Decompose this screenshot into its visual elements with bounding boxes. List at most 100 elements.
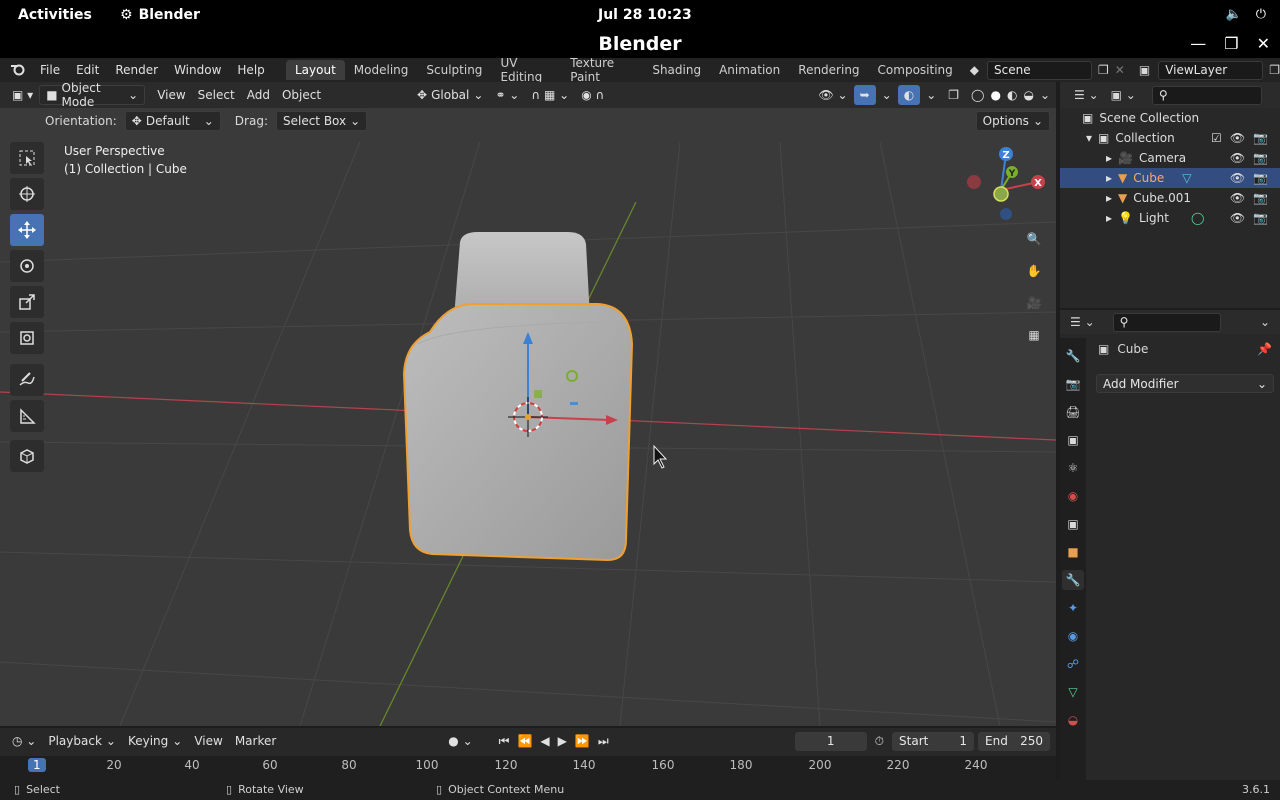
transform-tool-icon[interactable] [10, 322, 44, 354]
tree-row-scene-collection[interactable]: ▣ Scene Collection [1060, 108, 1280, 128]
tree-row-cube-001[interactable]: ▸ ▼ Cube.001 👁 📷 [1060, 188, 1280, 208]
tab-shading[interactable]: Shading [643, 60, 710, 80]
clock[interactable]: Jul 28 10:23 [598, 7, 692, 23]
annotate-tool-icon[interactable] [10, 364, 44, 396]
expand-arrow-icon[interactable]: ▸ [1106, 211, 1112, 225]
menu-window[interactable]: Window [166, 63, 229, 77]
play-reverse-icon[interactable]: ◀ [540, 734, 549, 748]
app-menu[interactable]: ⚙ Blender [120, 7, 200, 23]
collection-tab-icon[interactable]: ▣ [1062, 514, 1084, 534]
proportional-edit-icon[interactable]: ◉ ∩ [575, 85, 610, 105]
measure-tool-icon[interactable] [10, 400, 44, 432]
tab-animation[interactable]: Animation [710, 60, 789, 80]
snap-icon[interactable]: ∩ ▦ ⌄ [525, 85, 575, 105]
scene-field[interactable]: Scene [987, 60, 1093, 80]
jump-end-icon[interactable]: ⏭ [598, 734, 609, 749]
rendered-shading-icon[interactable]: ◒ [1023, 88, 1033, 102]
editor-type-icon[interactable]: ▣ ▾ [6, 85, 39, 105]
zoom-icon[interactable]: 🔍 [1020, 227, 1048, 251]
pivot-point-icon[interactable]: ⚭ ⌄ [489, 85, 525, 105]
render-camera-icon[interactable]: 📷 [1253, 171, 1268, 185]
view-layer-tab-icon[interactable]: ▣ [1062, 430, 1084, 450]
navigation-gizmo[interactable]: Z Y X [960, 142, 1050, 232]
menu-render[interactable]: Render [107, 63, 166, 77]
cube-mesh[interactable] [402, 303, 634, 562]
data-tab-icon[interactable]: ▽ [1062, 682, 1084, 702]
properties-search-input[interactable]: ⚲ [1112, 312, 1221, 332]
render-camera-icon[interactable]: 📷 [1253, 191, 1268, 205]
select-box-tool-icon[interactable] [10, 142, 44, 174]
mode-dropdown[interactable]: ■ Object Mode ⌄ [39, 82, 146, 109]
tab-rendering[interactable]: Rendering [789, 60, 868, 80]
timeline-view-menu[interactable]: View [188, 731, 228, 751]
particles-tab-icon[interactable]: ✦ [1062, 598, 1084, 618]
render-camera-icon[interactable]: 📷 [1253, 211, 1268, 225]
tree-row-camera[interactable]: ▸ 🎥 Camera 👁 📷 [1060, 148, 1280, 168]
overlay-toggle-icon[interactable]: ◐ [897, 85, 921, 105]
gizmo-neg-z-handle[interactable] [1000, 208, 1012, 220]
visibility-icon[interactable]: 👁 ⌄ [813, 85, 854, 105]
playhead[interactable]: 1 [28, 758, 46, 772]
scale-tool-icon[interactable] [10, 286, 44, 318]
object-tab-icon[interactable]: ■ [1062, 542, 1084, 562]
pin-icon[interactable]: 📌 [1257, 342, 1272, 356]
record-icon[interactable]: ● ⌄ [442, 731, 478, 751]
new-scene-icon[interactable]: ❐ [1098, 63, 1109, 77]
eye-icon[interactable]: 👁 [1230, 191, 1245, 205]
eye-icon[interactable]: 👁 [1230, 131, 1245, 145]
gizmo-neg-x-handle[interactable] [967, 175, 981, 189]
viewport-menu-view[interactable]: View [151, 85, 191, 105]
world-tab-icon[interactable]: ◉ [1062, 486, 1084, 506]
jump-start-icon[interactable]: ⏮ [499, 734, 510, 749]
timeline-editor-icon[interactable]: ◷ ⌄ [6, 731, 42, 751]
tree-row-cube[interactable]: ▸ ▼ Cube ▽ 👁 📷 [1060, 168, 1280, 188]
render-camera-icon[interactable]: 📷 [1253, 151, 1268, 165]
orientation-dropdown[interactable]: ✥ Default ⌄ [124, 111, 221, 131]
tab-modeling[interactable]: Modeling [345, 60, 418, 80]
rotate-tool-icon[interactable] [10, 250, 44, 282]
pan-hand-icon[interactable]: ✋ [1020, 259, 1048, 283]
ortho-grid-icon[interactable]: ▦ [1020, 323, 1048, 347]
chevron-down-icon[interactable]: ⌄ [1260, 315, 1270, 329]
scene-tab-icon[interactable]: ⚛ [1062, 458, 1084, 478]
minimize-icon[interactable]: — [1190, 34, 1206, 53]
render-tab-icon[interactable]: 📷 [1062, 374, 1084, 394]
move-tool-icon[interactable] [10, 214, 44, 246]
stopwatch-icon[interactable]: ⏱ [875, 734, 884, 749]
close-icon[interactable]: ✕ [1257, 34, 1270, 53]
drag-dropdown[interactable]: Select Box ⌄ [275, 111, 368, 131]
outliner-editor-icon[interactable]: ☰ ⌄ [1074, 88, 1099, 102]
expand-arrow-icon[interactable]: ▸ [1106, 171, 1112, 185]
camera-view-icon[interactable]: 🎥 [1020, 291, 1048, 315]
delete-scene-icon[interactable]: ✕ [1115, 63, 1125, 77]
activities-button[interactable]: Activities [18, 7, 92, 23]
viewport-menu-object[interactable]: Object [276, 85, 327, 105]
solid-shading-icon[interactable]: ● [990, 88, 1000, 102]
chevron-down-icon[interactable]: ⌄ [1040, 88, 1050, 102]
gizmo-neg-y-handle[interactable] [993, 186, 1009, 202]
physics-tab-icon[interactable]: ◉ [1062, 626, 1084, 646]
tree-row-collection[interactable]: ▾ ▣ Collection ☑ 👁 📷 [1060, 128, 1280, 148]
view-layer-icon[interactable]: ▣ [1139, 63, 1150, 77]
material-shading-icon[interactable]: ◐ [1007, 88, 1017, 102]
view-layer-field[interactable]: ViewLayer [1158, 60, 1264, 80]
eye-icon[interactable]: 👁 [1230, 171, 1245, 185]
marker-menu[interactable]: Marker [229, 731, 282, 751]
output-tab-icon[interactable]: 🖨 [1062, 402, 1084, 422]
expand-arrow-icon[interactable]: ▸ [1106, 151, 1112, 165]
new-view-layer-icon[interactable]: ❐ [1269, 63, 1280, 77]
tab-layout[interactable]: Layout [286, 60, 345, 80]
blender-menu-icon[interactable] [0, 62, 32, 79]
gizmo-dropdown-icon[interactable]: ⌄ [876, 85, 898, 105]
exclude-checkbox-icon[interactable]: ☑ [1211, 131, 1222, 145]
menu-file[interactable]: File [32, 63, 68, 77]
eye-icon[interactable]: 👁 [1230, 211, 1245, 225]
menu-help[interactable]: Help [229, 63, 272, 77]
expand-arrow-icon[interactable]: ▸ [1106, 191, 1112, 205]
viewport-scene[interactable] [0, 82, 1056, 726]
tab-sculpting[interactable]: Sculpting [417, 60, 491, 80]
render-camera-icon[interactable]: 📷 [1253, 131, 1268, 145]
constraints-tab-icon[interactable]: ☍ [1062, 654, 1084, 674]
gizmo-toggle-icon[interactable]: ➥ [853, 85, 876, 105]
cursor-tool-icon[interactable] [10, 178, 44, 210]
